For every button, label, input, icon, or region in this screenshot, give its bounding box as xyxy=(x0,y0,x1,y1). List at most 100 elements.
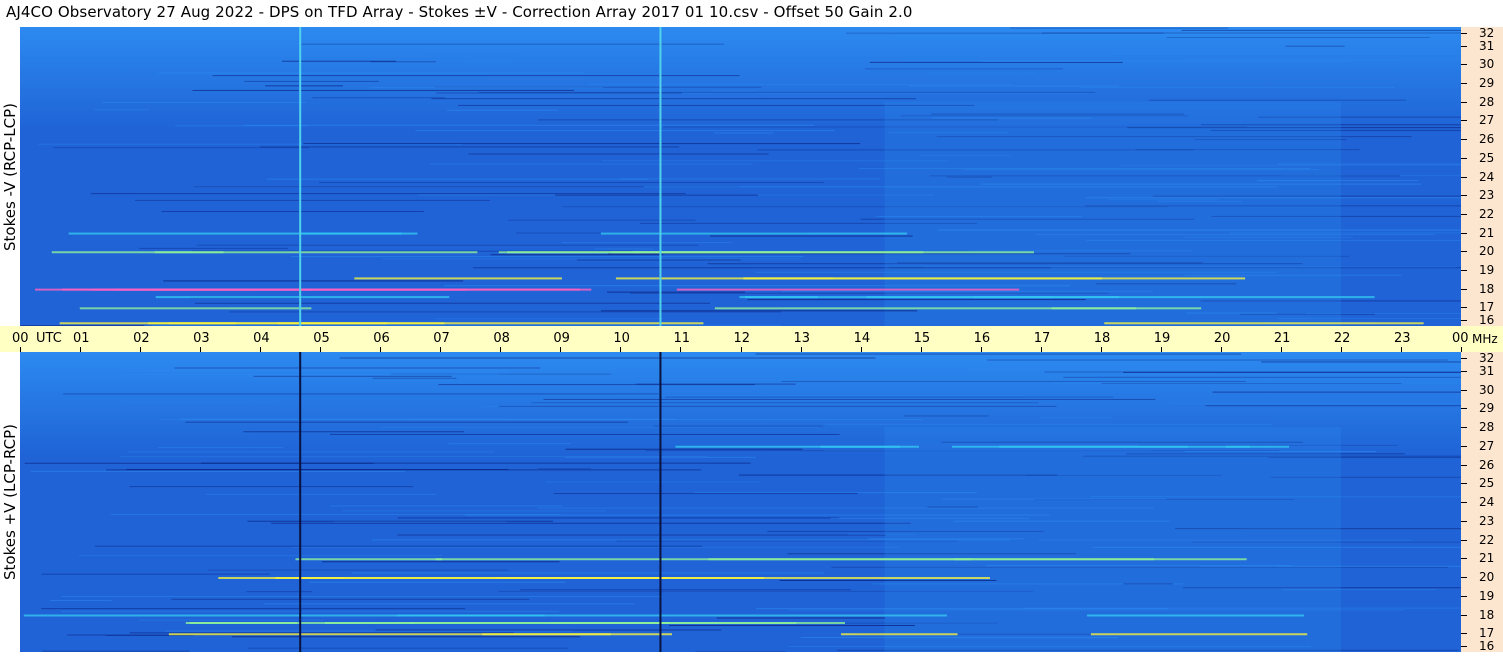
texture-streak xyxy=(865,68,1064,70)
texture-streak xyxy=(577,259,741,261)
texture-streak xyxy=(319,182,824,184)
time-tick-label: 23 xyxy=(1393,331,1411,346)
interference-band xyxy=(35,288,256,291)
texture-streak xyxy=(244,80,379,82)
texture-streak xyxy=(266,178,649,180)
freq-tick-label: 17 xyxy=(1479,626,1495,641)
spectrogram-top xyxy=(20,27,1461,326)
interference-band xyxy=(396,614,947,617)
texture-streak xyxy=(375,629,722,631)
texture-streak xyxy=(185,421,629,423)
interference-band xyxy=(435,558,972,561)
interference-band xyxy=(1090,633,1308,636)
freq-tick-label: 28 xyxy=(1479,420,1495,434)
time-tick-label: 06 xyxy=(373,331,390,346)
texture-streak xyxy=(120,456,708,458)
freq-tick xyxy=(1461,520,1467,522)
freq-tick xyxy=(1461,195,1467,197)
time-tick-label: 01 xyxy=(73,331,90,346)
freq-tick-label: 23 xyxy=(1479,188,1495,203)
texture-streak xyxy=(586,84,1011,86)
ylabel-bottom-text: Stokes +V (LCP-RCP) xyxy=(1,424,19,580)
freq-tick-label: 19 xyxy=(1479,588,1495,603)
time-tick-label: 12 xyxy=(733,331,751,346)
freq-tick xyxy=(1461,251,1467,253)
texture-streak xyxy=(531,402,1039,404)
interference-band-dark xyxy=(716,617,885,619)
texture-streak xyxy=(546,481,760,483)
bottom-margin xyxy=(0,652,1503,672)
time-tick-label: 05 xyxy=(313,331,330,346)
texture-streak xyxy=(205,493,436,495)
texture-streak xyxy=(369,87,604,89)
freq-tick xyxy=(1461,633,1467,635)
time-tick-label: 00 xyxy=(1452,331,1469,346)
freq-tick-label: 16 xyxy=(1479,639,1495,653)
texture-streak xyxy=(869,61,1123,63)
texture-streak xyxy=(339,357,876,359)
texture-streak xyxy=(127,451,495,453)
time-tick-label: 00 xyxy=(12,331,29,346)
texture-streak xyxy=(372,377,457,379)
freq-tick xyxy=(1461,427,1467,428)
texture-streak xyxy=(468,153,769,155)
freq-tick xyxy=(1461,595,1467,597)
freq-tick xyxy=(1461,232,1467,234)
texture-streak xyxy=(135,199,490,201)
texture-streak xyxy=(1181,29,1461,31)
interference-band xyxy=(739,296,1054,299)
texture-streak xyxy=(246,591,313,593)
texture-streak xyxy=(435,318,663,320)
freq-tick-label: 21 xyxy=(1479,551,1495,566)
freq-tick xyxy=(1461,614,1467,616)
texture-streak xyxy=(290,256,804,258)
texture-streak xyxy=(987,359,1448,361)
texture-streak xyxy=(543,398,1156,400)
vertical-event-line xyxy=(299,352,302,652)
texture-streak xyxy=(382,258,801,260)
interference-band xyxy=(600,232,907,235)
time-tick-label: 19 xyxy=(1153,331,1171,346)
texture-streak xyxy=(90,193,686,195)
y-axis-label-top: Stokes -V (RCP-LCP) xyxy=(0,27,20,326)
freq-tick xyxy=(1461,288,1467,290)
freq-tick-label: 30 xyxy=(1479,57,1495,72)
freq-tick-label: 24 xyxy=(1479,169,1495,184)
freq-tick-label: 20 xyxy=(1479,570,1495,584)
texture-streak xyxy=(555,194,758,196)
texture-streak xyxy=(1169,402,1461,404)
interference-band-dark xyxy=(163,280,464,282)
interference-band-dark xyxy=(565,448,803,450)
title-bar: AJ4CO Observatory 27 Aug 2022 - DPS on T… xyxy=(0,0,1503,26)
texture-streak xyxy=(1048,33,1461,35)
freq-tick xyxy=(1461,646,1467,647)
freq-tick xyxy=(1461,483,1467,485)
texture-streak xyxy=(61,596,663,598)
texture-streak xyxy=(781,380,1246,382)
texture-streak xyxy=(448,443,571,445)
time-tick-label: 14 xyxy=(853,331,871,346)
texture-streak xyxy=(438,384,755,386)
freq-axis-top: 32 31 30 29 28 27 26 25 24 23 22 21 20 19 18 17 16 xyxy=(1461,27,1503,326)
interference-band xyxy=(820,445,920,448)
freq-tick xyxy=(1461,101,1467,103)
freq-tick-label: 31 xyxy=(1479,363,1495,378)
freq-tick xyxy=(1461,558,1467,560)
texture-streak xyxy=(520,589,851,591)
freq-tick-label: 29 xyxy=(1479,76,1495,91)
texture-streak xyxy=(397,534,887,536)
texture-streak xyxy=(429,163,753,165)
texture-streak xyxy=(712,89,756,91)
texture-streak xyxy=(161,418,507,420)
freq-tick xyxy=(1461,269,1467,271)
texture-streak xyxy=(174,125,307,127)
texture-streak xyxy=(906,60,1403,62)
texture-streak xyxy=(50,599,112,601)
texture-streak xyxy=(594,248,654,250)
texture-streak xyxy=(825,423,1272,425)
utc-unit-label: UTC xyxy=(36,331,62,346)
freq-tick xyxy=(1461,83,1467,85)
time-tick-label: 07 xyxy=(433,331,450,346)
freq-tick-label: 16 xyxy=(1479,313,1495,327)
texture-streak xyxy=(121,374,499,376)
